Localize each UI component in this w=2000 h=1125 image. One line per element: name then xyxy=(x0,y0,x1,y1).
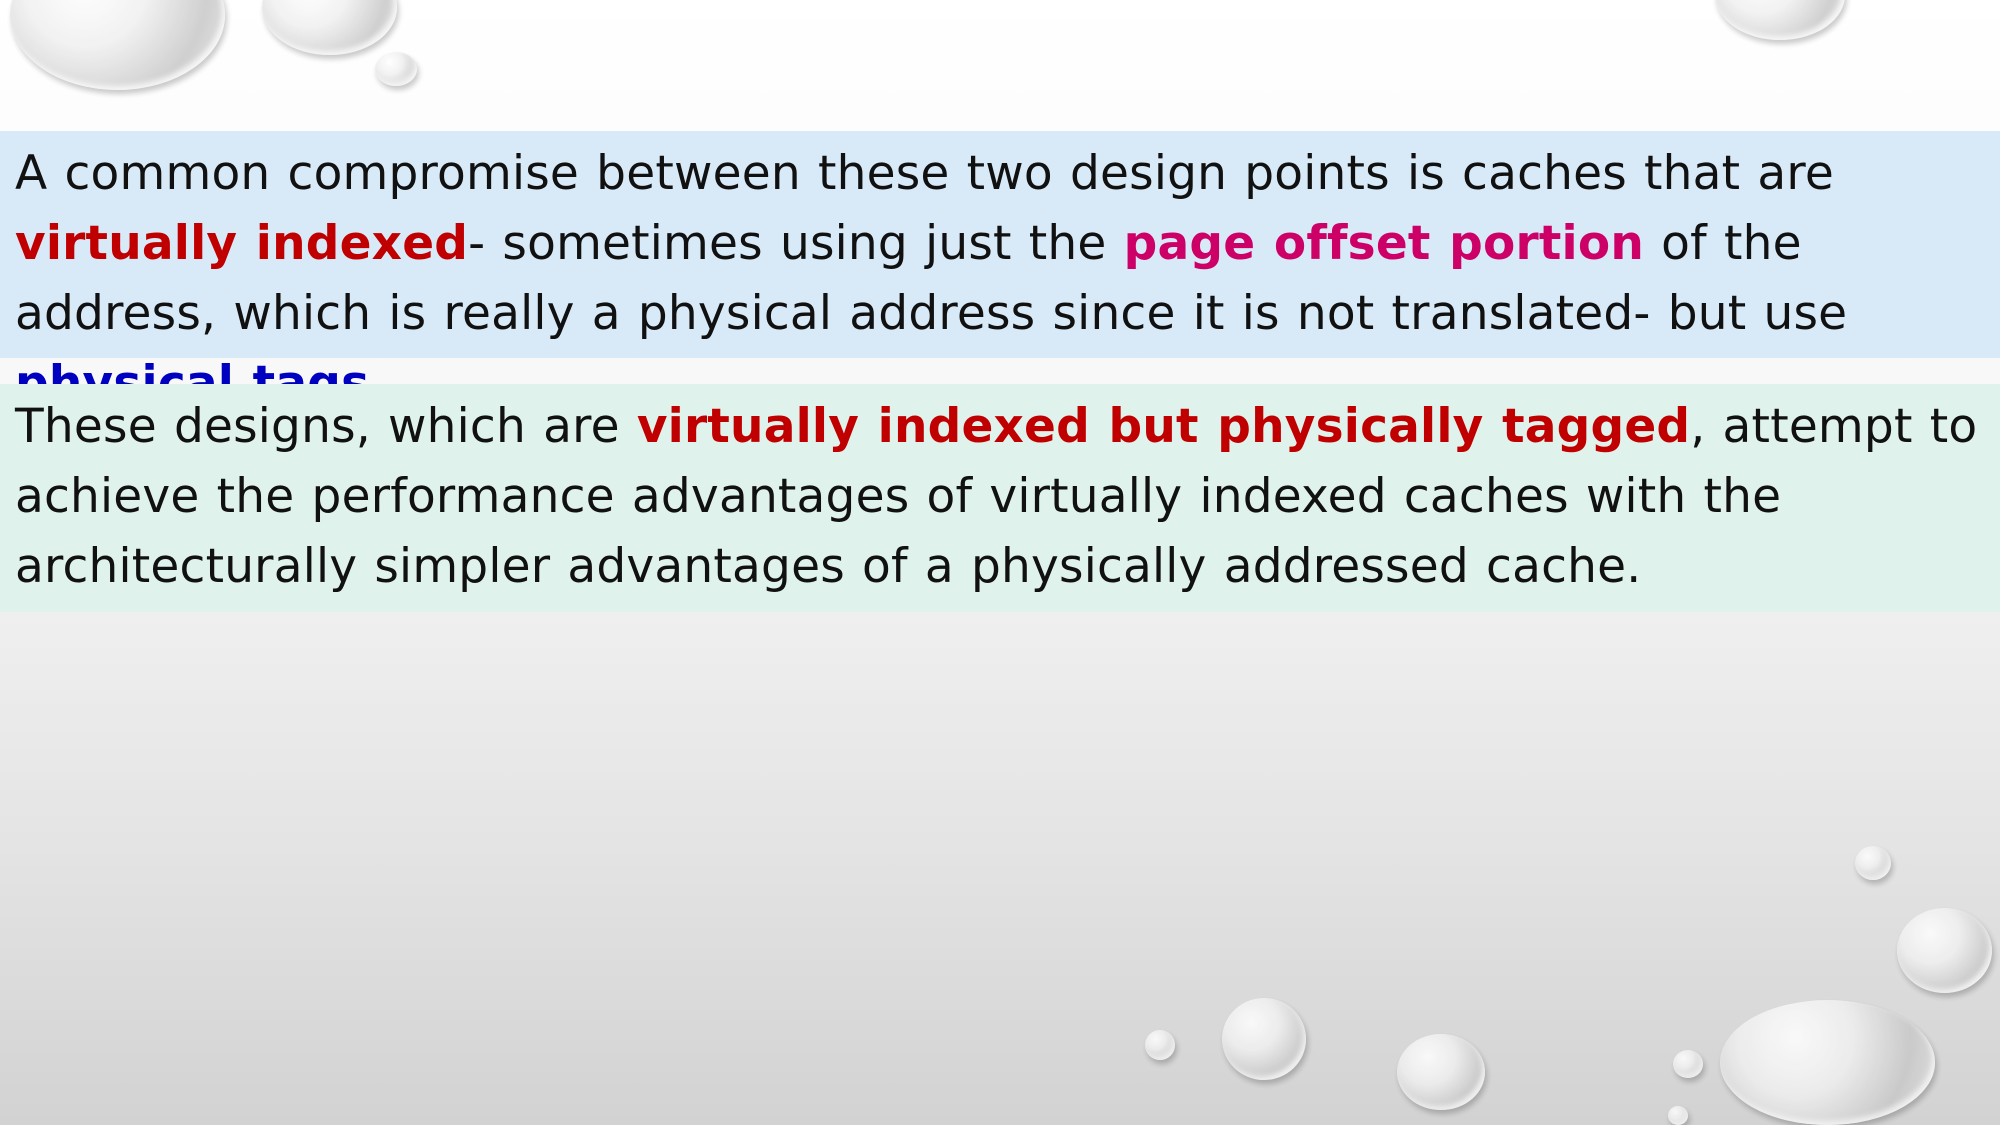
water-drop-decoration xyxy=(1855,846,1891,880)
slide: A common compromise between these two de… xyxy=(0,0,2000,1125)
water-drop-decoration xyxy=(10,0,225,90)
water-drop-decoration xyxy=(1397,1034,1485,1110)
paragraph2-text: These designs, which are xyxy=(15,399,637,454)
paragraph1-text: A common compromise between these two de… xyxy=(15,146,1835,201)
highlight-page-offset-portion: page offset portion xyxy=(1123,216,1645,271)
water-drop-decoration xyxy=(1715,0,1845,40)
water-drop-decoration xyxy=(1897,908,1992,993)
paragraph1-text: - sometimes using just the xyxy=(468,216,1124,271)
paragraph-virtually-indexed: A common compromise between these two de… xyxy=(0,131,2000,411)
highlight-virtually-indexed: virtually indexed xyxy=(15,216,469,271)
water-drop-decoration xyxy=(262,0,397,55)
water-drop-decoration xyxy=(1720,1000,1935,1125)
water-drop-decoration xyxy=(1145,1030,1175,1060)
water-drop-decoration xyxy=(375,52,417,86)
paragraph-vipt-designs: These designs, which are virtually index… xyxy=(0,384,2000,612)
water-drop-decoration xyxy=(1673,1050,1703,1078)
highlight-virtually-indexed-physically-tagged: virtually indexed but physically tagged xyxy=(636,399,1691,454)
water-drop-decoration xyxy=(1668,1106,1688,1125)
water-drop-decoration xyxy=(1222,998,1306,1080)
